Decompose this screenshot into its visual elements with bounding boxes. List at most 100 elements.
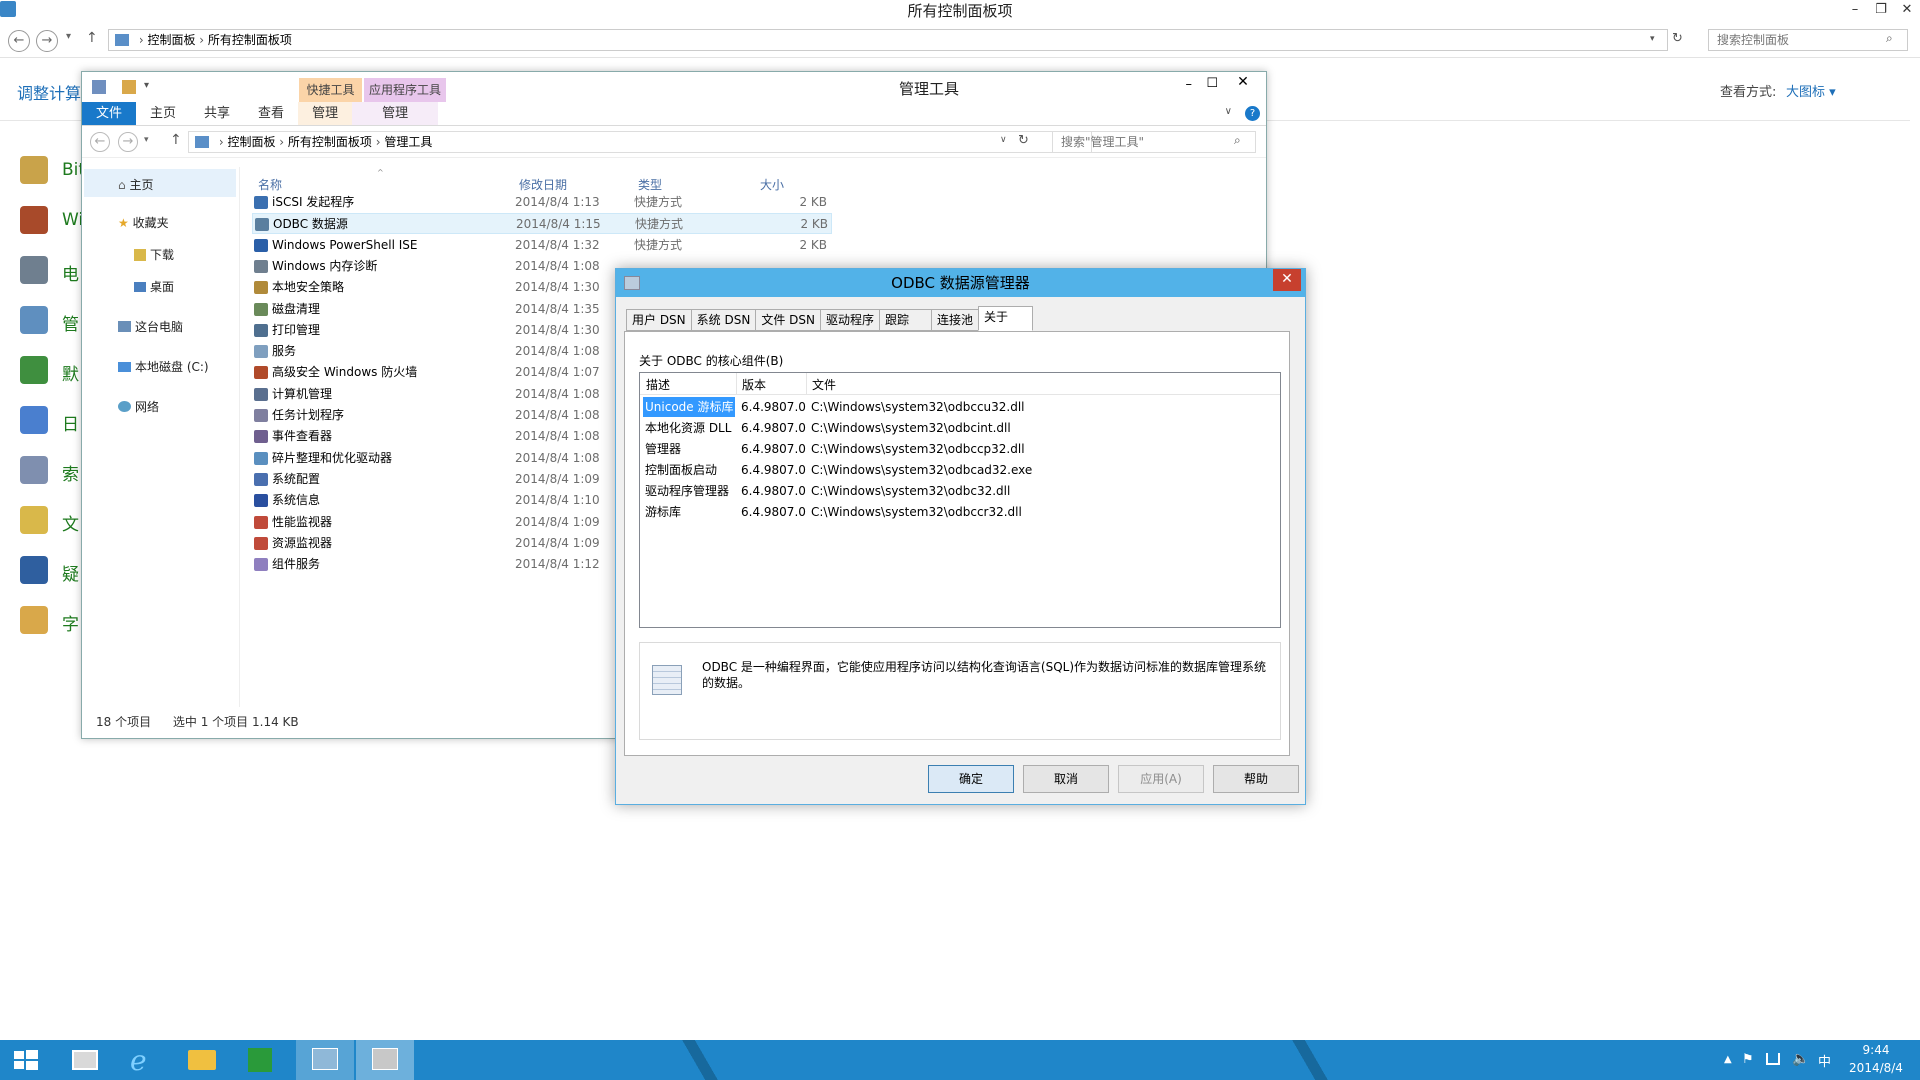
address-dropdown-icon[interactable]: ▾ <box>1650 34 1655 44</box>
column-header-type[interactable]: 类型 <box>638 176 662 193</box>
taskbar-store[interactable] <box>232 1040 290 1080</box>
cp-item[interactable]: 管 <box>62 310 79 335</box>
ribbon-tab-view[interactable]: 查看 <box>244 102 298 125</box>
view-selector[interactable]: 大图标 ▾ <box>1786 81 1836 100</box>
cp-item[interactable]: 日 <box>62 410 79 435</box>
ribbon-expand-icon[interactable]: ∨ <box>1225 106 1232 117</box>
cp-item[interactable]: 疑 <box>62 560 79 585</box>
nav-item-favorites[interactable]: ★ 收藏夹 <box>118 214 169 231</box>
help-button[interactable]: 帮助 <box>1213 765 1299 793</box>
breadcrumb-item[interactable]: 控制面板 <box>147 33 195 47</box>
component-row[interactable]: 管理器 6.4.9807.0 C:\Windows\system32\odbccp3… <box>645 439 1245 459</box>
ok-button[interactable]: 确定 <box>928 765 1014 793</box>
nav-item-this-pc[interactable]: 这台电脑 <box>118 318 183 335</box>
nav-item-home[interactable]: ⌂ 主页 <box>118 176 153 193</box>
breadcrumb-item[interactable]: 所有控制面板项 <box>208 33 292 47</box>
breadcrumb-item[interactable]: 控制面板 <box>227 135 275 149</box>
cp-item[interactable]: 字 <box>62 610 79 635</box>
maximize-icon[interactable]: ☐ <box>1206 76 1218 91</box>
restore-icon[interactable]: ❐ <box>1868 0 1894 22</box>
back-icon[interactable]: ← <box>90 132 110 152</box>
component-row[interactable]: 本地化资源 DLL 6.4.9807.0 C:\Windows\system32\o… <box>645 418 1245 438</box>
cp-address-bar[interactable]: › 控制面板 › 所有控制面板项 <box>108 29 1668 51</box>
cp-item[interactable]: 索 <box>62 460 79 485</box>
cp-item[interactable]: 电 <box>62 260 79 285</box>
component-row[interactable]: 控制面板启动 6.4.9807.0 C:\Windows\system32\odbc… <box>645 460 1245 480</box>
breadcrumb-item[interactable]: 管理工具 <box>384 135 432 149</box>
file-row[interactable]: Windows PowerShell ISE 2014/8/4 1:32 快捷方式 2… <box>252 235 832 256</box>
store-icon <box>248 1048 272 1072</box>
taskbar-control-panel[interactable] <box>296 1040 354 1080</box>
cancel-button[interactable]: 取消 <box>1023 765 1109 793</box>
history-dropdown-icon[interactable]: ▾ <box>144 135 149 145</box>
taskbar-odbc[interactable] <box>356 1040 414 1080</box>
tools-search-input[interactable]: 搜索"管理工具" <box>1052 131 1256 153</box>
file-row[interactable]: ODBC 数据源 2014/8/4 1:15 快捷方式 2 KB <box>252 213 832 235</box>
column-header-size[interactable]: 大小 <box>760 176 784 193</box>
minimize-icon[interactable]: – <box>1186 77 1193 92</box>
tab-tracing[interactable]: 跟踪 <box>878 309 932 331</box>
up-icon[interactable]: ↑ <box>86 30 98 46</box>
nav-item-network[interactable]: 网络 <box>118 398 159 415</box>
history-dropdown-icon[interactable]: ▾ <box>66 31 71 42</box>
column-header-date[interactable]: 修改日期 <box>519 176 567 193</box>
taskbar-explorer[interactable] <box>174 1040 232 1080</box>
cp-search-input[interactable]: 搜索控制面板 <box>1708 29 1908 51</box>
address-dropdown-icon[interactable]: ∨ <box>1000 135 1007 145</box>
list-header-file[interactable]: 文件 <box>812 376 836 393</box>
nav-item-downloads[interactable]: 下载 <box>134 246 174 263</box>
tools-address-bar[interactable]: › 控制面板 › 所有控制面板项 › 管理工具 <box>188 131 1092 153</box>
cp-item[interactable]: Wi <box>62 210 83 230</box>
component-row[interactable]: 游标库 6.4.9807.0 C:\Windows\system32\odbccr3… <box>645 502 1245 522</box>
up-icon[interactable]: ↑ <box>170 132 182 148</box>
list-header-version[interactable]: 版本 <box>742 376 766 393</box>
components-list[interactable]: 描述 版本 文件 Unicode 游标库 6.4.9807.0 C:\Windows… <box>639 372 1281 628</box>
minimize-icon[interactable]: – <box>1842 0 1868 22</box>
column-header-name[interactable]: 名称 <box>258 176 282 193</box>
forward-icon[interactable]: → <box>36 30 58 52</box>
cp-item[interactable]: 文 <box>62 510 79 535</box>
list-header-desc[interactable]: 描述 <box>646 376 670 393</box>
component-desc: 驱动程序管理器 <box>645 484 730 498</box>
volume-icon[interactable]: 🔈 <box>1792 1051 1809 1067</box>
network-status-icon[interactable] <box>1766 1053 1780 1065</box>
close-icon[interactable]: ✕ <box>1894 0 1920 22</box>
tab-connection-pooling[interactable]: 连接池 <box>931 309 980 331</box>
close-icon[interactable]: ✕ <box>1226 72 1260 94</box>
cp-item[interactable]: 默 <box>62 360 79 385</box>
nav-item-desktop[interactable]: 桌面 <box>134 278 174 295</box>
ribbon-tab-share[interactable]: 共享 <box>190 102 244 125</box>
tray-overflow-icon[interactable]: ▲ <box>1724 1054 1732 1065</box>
search-icon[interactable]: ⌕ <box>1234 133 1241 148</box>
nav-item-local-disk[interactable]: 本地磁盘 (C:) <box>118 358 209 375</box>
help-icon[interactable]: ? <box>1245 106 1260 121</box>
refresh-icon[interactable]: ↻ <box>1018 133 1029 148</box>
tab-file-dsn[interactable]: 文件 DSN <box>755 309 821 331</box>
start-button[interactable] <box>0 1040 58 1080</box>
breadcrumb-item[interactable]: 所有控制面板项 <box>288 135 372 149</box>
ribbon-tab-manage-shortcut[interactable]: 管理 <box>298 102 353 125</box>
taskbar-ie[interactable]: e <box>116 1040 174 1080</box>
refresh-icon[interactable]: ↻ <box>1672 31 1683 46</box>
tab-user-dsn[interactable]: 用户 DSN <box>626 309 692 331</box>
taskbar-server-manager[interactable] <box>58 1040 116 1080</box>
action-center-flag-icon[interactable]: ⚑ <box>1742 1052 1754 1067</box>
tab-system-dsn[interactable]: 系统 DSN <box>690 309 757 331</box>
back-icon[interactable]: ← <box>8 30 30 52</box>
component-row[interactable]: 驱动程序管理器 6.4.9807.0 C:\Windows\system32\odb… <box>645 481 1245 501</box>
ribbon-tab-manage-app[interactable]: 管理 <box>352 102 439 125</box>
tab-drivers[interactable]: 驱动程序 <box>819 309 880 331</box>
forward-icon[interactable]: → <box>118 132 138 152</box>
file-row[interactable]: iSCSI 发起程序 2014/8/4 1:13 快捷方式 2 KB <box>252 192 832 213</box>
apply-button[interactable]: 应用(A) <box>1118 765 1204 793</box>
close-icon[interactable]: ✕ <box>1273 269 1301 291</box>
component-row[interactable]: Unicode 游标库 6.4.9807.0 C:\Windows\system32… <box>643 397 1245 417</box>
tab-about[interactable]: 关于 <box>978 306 1034 331</box>
clock-time[interactable]: 9:44 <box>1846 1043 1906 1057</box>
ribbon-tab-file[interactable]: 文件 <box>82 102 137 125</box>
search-icon[interactable]: ⌕ <box>1886 31 1893 46</box>
ribbon-tab-home[interactable]: 主页 <box>136 102 190 125</box>
clock-date[interactable]: 2014/8/4 <box>1840 1061 1912 1075</box>
shortcut-icon <box>254 494 268 508</box>
ime-indicator[interactable]: 中 <box>1818 1051 1831 1070</box>
